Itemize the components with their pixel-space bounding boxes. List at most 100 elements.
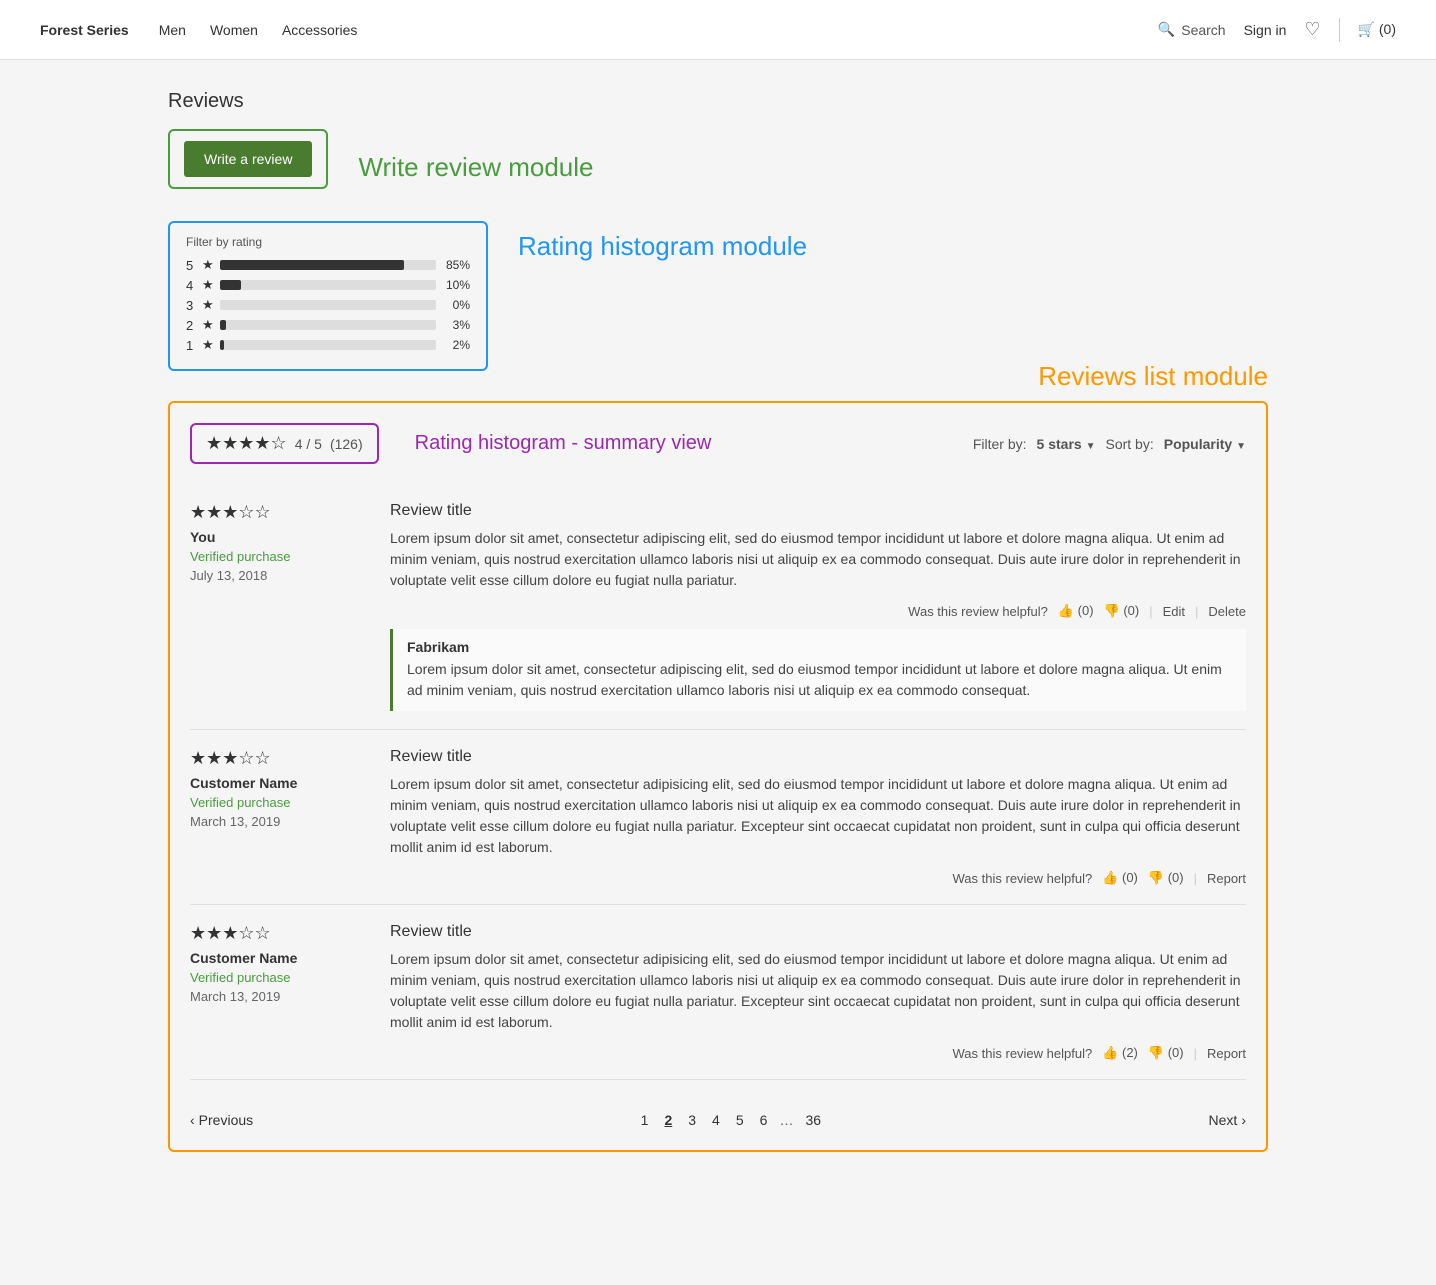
histogram-module-label: Rating histogram module: [518, 231, 807, 262]
review-author: You: [190, 529, 360, 545]
search-button[interactable]: 🔍 Search: [1158, 21, 1226, 38]
vendor-response: Fabrikam Lorem ipsum dolor sit amet, con…: [390, 629, 1246, 711]
thumbs-up-button[interactable]: 👍 (0): [1102, 870, 1138, 886]
pagination: ‹ Previous 1 2 3 4 5 6 … 36 Next ›: [190, 1100, 1246, 1130]
review-layout: ★★★☆☆ Customer Name Verified purchase Ma…: [190, 923, 1246, 1061]
histogram-module: Filter by rating 5 ★ 85% 4 ★ 10%: [168, 221, 488, 371]
search-label: Search: [1181, 22, 1225, 38]
page-1[interactable]: 1: [637, 1110, 653, 1130]
write-review-module: Write a review: [168, 129, 328, 189]
review-meta: ★★★☆☆ Customer Name Verified purchase Ma…: [190, 748, 360, 886]
review-date: March 13, 2019: [190, 814, 360, 829]
action-divider: |: [1194, 871, 1197, 886]
review-body: Lorem ipsum dolor sit amet, consectetur …: [390, 949, 1246, 1033]
review-actions: Was this review helpful? 👍 (2) 👎 (0) | R…: [390, 1045, 1246, 1061]
hist-label-1: 1: [186, 338, 196, 353]
chevron-left-icon: ‹: [190, 1112, 195, 1128]
cart-button[interactable]: 🛒 (0): [1358, 21, 1396, 38]
page-36[interactable]: 36: [801, 1110, 825, 1130]
vendor-text: Lorem ipsum dolor sit amet, consectetur …: [407, 659, 1232, 701]
nav-link-women[interactable]: Women: [210, 22, 258, 38]
hist-star-icon-3: ★: [202, 297, 214, 313]
review-title: Review title: [390, 923, 1246, 941]
review-author: Customer Name: [190, 950, 360, 966]
review-body: Lorem ipsum dolor sit amet, consectetur …: [390, 774, 1246, 858]
review-stars: ★★★☆☆: [190, 502, 360, 523]
nav-links: Men Women Accessories: [159, 22, 358, 38]
hist-bar-1: [220, 340, 224, 350]
thumbs-up-button[interactable]: 👍 (2): [1102, 1045, 1138, 1061]
hist-bar-container-1: [220, 340, 436, 350]
action-divider: |: [1194, 1046, 1197, 1061]
pagination-next-button[interactable]: Next ›: [1209, 1112, 1246, 1128]
histogram-row: Filter by rating 5 ★ 85% 4 ★ 10%: [168, 221, 1268, 371]
hist-pct-3: 0%: [442, 298, 470, 312]
navbar: Forest Series Men Women Accessories 🔍 Se…: [0, 0, 1436, 60]
review-item: ★★★☆☆ Customer Name Verified purchase Ma…: [190, 905, 1246, 1080]
nav-divider: [1339, 18, 1340, 42]
reviews-list-module-label: Reviews list module: [1038, 361, 1268, 392]
review-content: Review title Lorem ipsum dolor sit amet,…: [390, 923, 1246, 1061]
hist-star-icon-5: ★: [202, 257, 214, 273]
hist-pct-2: 3%: [442, 318, 470, 332]
hist-bar-container-5: [220, 260, 436, 270]
action-divider: |: [1149, 604, 1152, 619]
page-5[interactable]: 5: [732, 1110, 748, 1130]
hist-star-icon-4: ★: [202, 277, 214, 293]
thumbs-down-button[interactable]: 👎 (0): [1148, 870, 1184, 886]
wishlist-icon[interactable]: ♡: [1304, 19, 1320, 40]
sort-by-value[interactable]: Popularity ▼: [1164, 436, 1246, 452]
review-date: March 13, 2019: [190, 989, 360, 1004]
helpful-label: Was this review helpful?: [953, 1046, 1093, 1061]
pagination-prev-button[interactable]: ‹ Previous: [190, 1112, 253, 1128]
nav-link-accessories[interactable]: Accessories: [282, 22, 357, 38]
hist-bar-5: [220, 260, 404, 270]
write-review-module-label: Write review module: [358, 152, 593, 183]
nav-link-men[interactable]: Men: [159, 22, 186, 38]
thumbs-down-button[interactable]: 👎 (0): [1104, 603, 1140, 619]
page-3[interactable]: 3: [684, 1110, 700, 1130]
histogram-row-5: 5 ★ 85%: [186, 257, 470, 273]
report-link[interactable]: Report: [1207, 871, 1246, 886]
review-title: Review title: [390, 502, 1246, 520]
histogram-row-4: 4 ★ 10%: [186, 277, 470, 293]
histogram-title: Filter by rating: [186, 235, 470, 249]
hist-label-3: 3: [186, 298, 196, 313]
hist-pct-4: 10%: [442, 278, 470, 292]
thumbs-up-button[interactable]: 👍 (0): [1058, 603, 1094, 619]
search-icon: 🔍: [1158, 21, 1175, 38]
pagination-pages: 1 2 3 4 5 6 … 36: [637, 1110, 825, 1130]
delete-link[interactable]: Delete: [1208, 604, 1246, 619]
review-title: Review title: [390, 748, 1246, 766]
review-content: Review title Lorem ipsum dolor sit amet,…: [390, 502, 1246, 711]
hist-bar-4: [220, 280, 242, 290]
prev-label: Previous: [199, 1112, 253, 1128]
chevron-right-icon: ›: [1241, 1112, 1246, 1128]
report-link[interactable]: Report: [1207, 1046, 1246, 1061]
main-content: Reviews Write a review Write review modu…: [148, 60, 1288, 1182]
sort-by-label: Sort by:: [1105, 436, 1153, 452]
write-review-button[interactable]: Write a review: [184, 141, 312, 177]
page-4[interactable]: 4: [708, 1110, 724, 1130]
review-date: July 13, 2018: [190, 568, 360, 583]
page-2[interactable]: 2: [660, 1110, 676, 1130]
verified-badge: Verified purchase: [190, 970, 360, 985]
review-content: Review title Lorem ipsum dolor sit amet,…: [390, 748, 1246, 886]
filter-by-value[interactable]: 5 stars ▼: [1037, 436, 1096, 452]
reviews-list-module: ★★★★☆ 4 / 5 (126) Rating histogram - sum…: [168, 401, 1268, 1152]
signin-button[interactable]: Sign in: [1244, 22, 1287, 38]
thumbs-down-button[interactable]: 👎 (0): [1148, 1045, 1184, 1061]
summary-rating-box: ★★★★☆ 4 / 5 (126): [190, 423, 379, 464]
nav-brand: Forest Series: [40, 22, 129, 38]
hist-star-icon-1: ★: [202, 337, 214, 353]
edit-link[interactable]: Edit: [1163, 604, 1185, 619]
review-item: ★★★☆☆ You Verified purchase July 13, 201…: [190, 484, 1246, 730]
page-6[interactable]: 6: [756, 1110, 772, 1130]
filter-by-label: Filter by:: [973, 436, 1027, 452]
hist-bar-container-3: [220, 300, 436, 310]
review-item: ★★★☆☆ Customer Name Verified purchase Ma…: [190, 730, 1246, 905]
summary-module-label: Rating histogram - summary view: [415, 432, 712, 455]
hist-pct-5: 85%: [442, 258, 470, 272]
summary-stars: ★★★★☆: [206, 433, 287, 454]
hist-bar-2: [220, 320, 226, 330]
